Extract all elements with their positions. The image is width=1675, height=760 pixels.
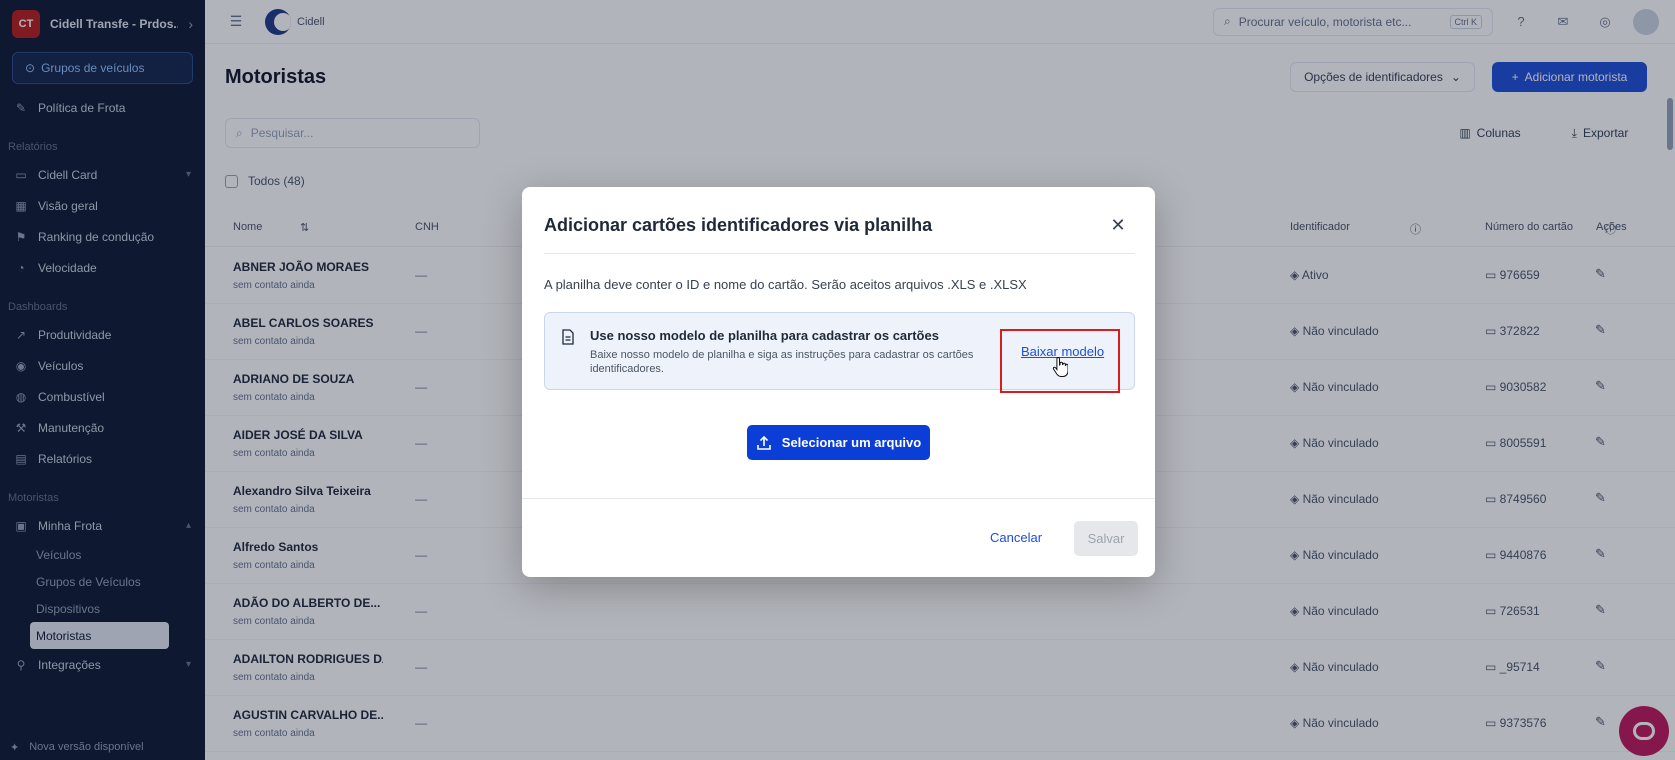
divider (544, 253, 1135, 254)
close-icon[interactable]: ✕ (1105, 212, 1131, 238)
download-template-link[interactable]: Baixar modelo (1021, 344, 1104, 359)
template-info-text: Baixe nosso modelo de planilha e siga as… (590, 349, 974, 375)
document-icon (562, 329, 574, 345)
template-info-title: Use nosso modelo de planilha para cadast… (590, 328, 939, 343)
modal-description: A planilha deve conter o ID e nome do ca… (544, 277, 1027, 292)
modal-title: Adicionar cartões identificadores via pl… (544, 215, 933, 235)
upload-icon (756, 435, 771, 450)
import-cards-modal: Adicionar cartões identificadores via pl… (522, 187, 1155, 577)
divider (522, 498, 1155, 499)
cancel-button[interactable]: Cancelar (990, 530, 1042, 545)
template-info-box: Use nosso modelo de planilha para cadast… (544, 312, 1135, 390)
select-file-label: Selecionar um arquivo (781, 435, 922, 450)
save-button[interactable]: Salvar (1074, 521, 1138, 556)
select-file-button[interactable]: Selecionar um arquivo (747, 425, 930, 460)
